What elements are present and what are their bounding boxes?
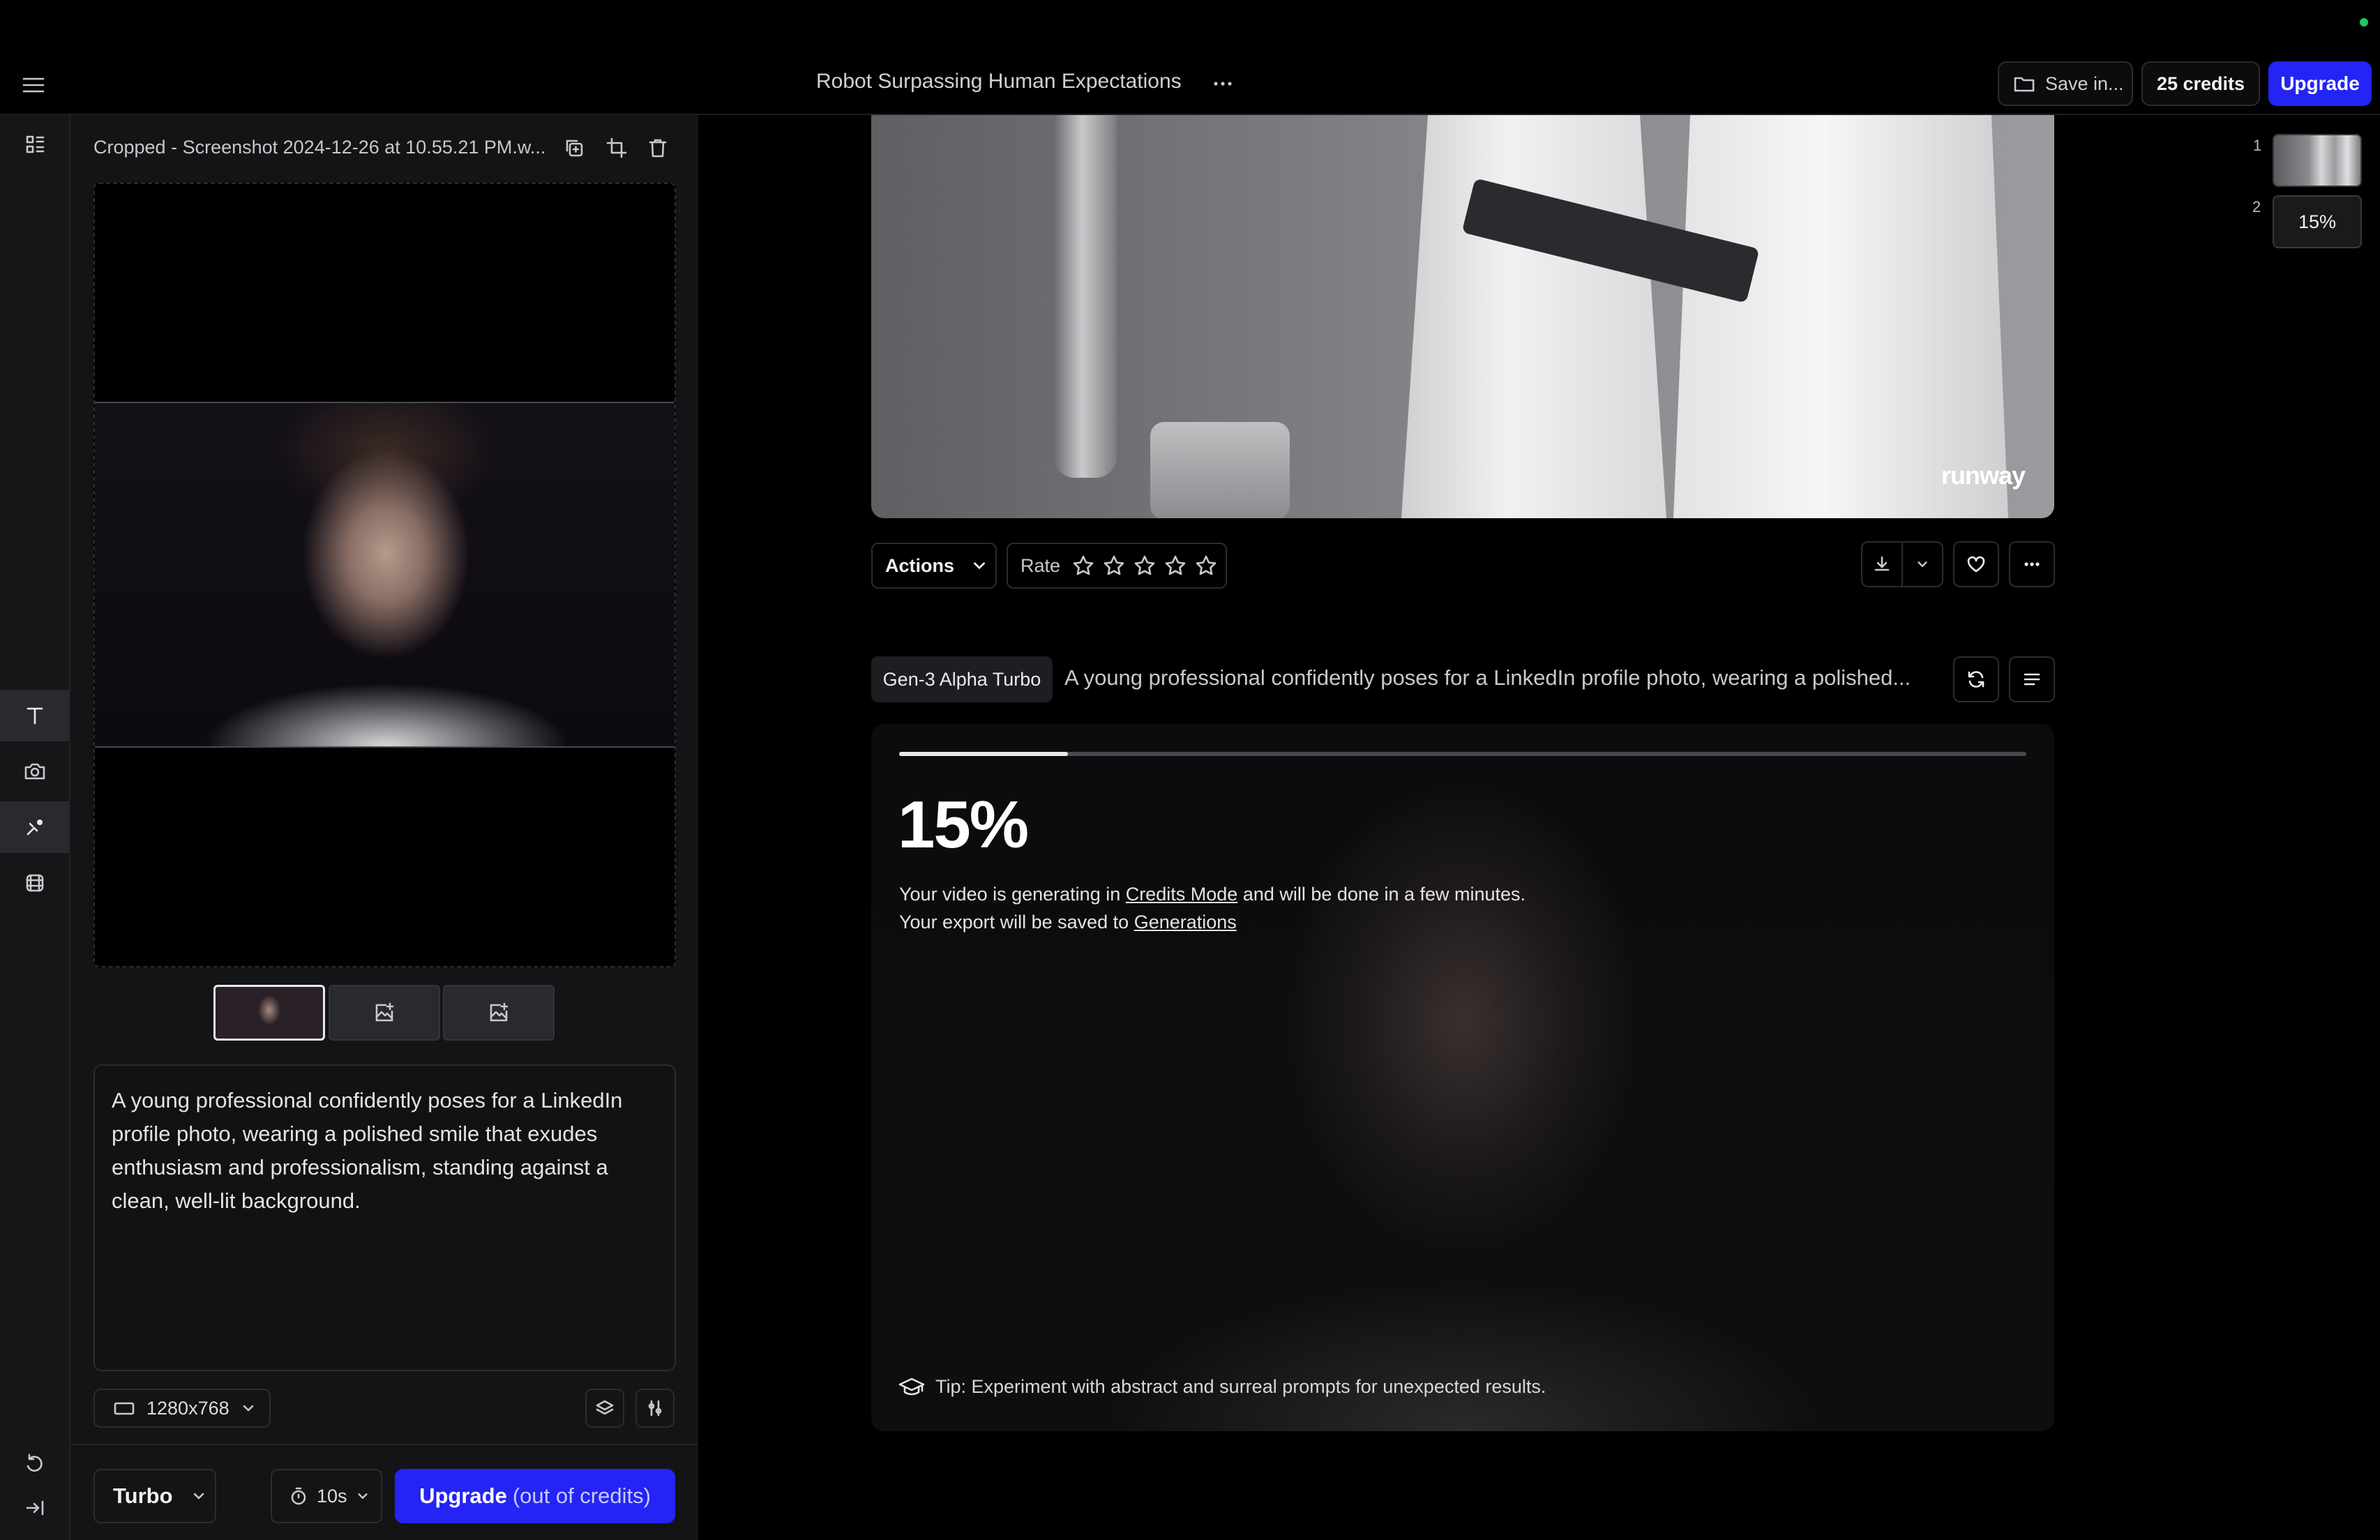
generation-message: Your video is generating in Credits Mode… xyxy=(899,880,1526,936)
motion-brush-icon[interactable] xyxy=(0,801,69,853)
queue-thumbnail-progress[interactable]: 15% xyxy=(2273,195,2362,248)
video-result-preview[interactable]: runway xyxy=(871,115,2054,518)
frames-icon[interactable] xyxy=(0,857,69,909)
image-preview[interactable] xyxy=(93,183,676,967)
generation-progress-card: 15% Your video is generating in Credits … xyxy=(871,724,2054,1431)
lab-coat-figure xyxy=(1401,115,1666,518)
add-image-slot[interactable] xyxy=(443,985,555,1041)
prompt-text: A young professional confidently poses f… xyxy=(112,1088,623,1213)
prompt-textarea[interactable]: A young professional confidently poses f… xyxy=(93,1064,676,1371)
star-icon[interactable] xyxy=(1194,554,1218,578)
input-thumbnail-selected[interactable] xyxy=(213,985,325,1041)
download-icon[interactable] xyxy=(1862,543,1903,586)
actions-label: Actions xyxy=(885,554,955,576)
rate-label: Rate xyxy=(1020,554,1061,576)
actions-dropdown[interactable]: Actions xyxy=(871,543,997,589)
mode-value: Turbo xyxy=(113,1484,173,1508)
progress-bar-fill xyxy=(899,752,1069,756)
generate-sublabel: (out of credits) xyxy=(512,1484,651,1508)
details-list-icon[interactable] xyxy=(2009,656,2055,702)
layout-icon[interactable] xyxy=(0,119,69,170)
input-image-portrait xyxy=(95,402,675,748)
trash-icon[interactable] xyxy=(645,135,670,160)
asset-filename: Cropped - Screenshot 2024-12-26 at 10.55… xyxy=(93,137,546,158)
graduation-cap-icon xyxy=(898,1375,926,1398)
runway-watermark: runway xyxy=(1941,461,2026,490)
mode-dropdown[interactable]: Turbo xyxy=(93,1469,216,1523)
resolution-dropdown[interactable]: 1280x768 xyxy=(93,1389,271,1428)
chevron-down-icon xyxy=(356,1489,370,1503)
prompt-preview: A young professional confidently poses f… xyxy=(1064,665,1911,690)
rating-control: Rate xyxy=(1007,543,1227,589)
regenerate-icon[interactable] xyxy=(1953,656,1999,702)
progress-percent: 15% xyxy=(898,787,1029,862)
star-icon[interactable] xyxy=(1163,554,1187,578)
folder-icon xyxy=(2013,74,2035,93)
add-image-slot[interactable] xyxy=(329,985,440,1041)
star-icon[interactable] xyxy=(1102,554,1126,578)
save-in-label: Save in... xyxy=(2045,73,2124,94)
tip-text: Tip: Experiment with abstract and surrea… xyxy=(935,1375,1546,1397)
stopwatch-icon xyxy=(289,1486,308,1506)
chevron-down-icon xyxy=(191,1488,206,1504)
crop-icon[interactable] xyxy=(604,135,629,160)
progress-bar xyxy=(899,752,2026,756)
add-image-icon xyxy=(488,1002,510,1024)
more-horizontal-icon[interactable] xyxy=(1211,73,1235,95)
duration-dropdown[interactable]: 10s xyxy=(271,1469,382,1523)
queue-number: 1 xyxy=(2253,137,2262,154)
text-icon[interactable] xyxy=(0,690,69,741)
upgrade-button[interactable]: Upgrade xyxy=(2268,61,2372,106)
tool-rail xyxy=(0,115,70,1540)
aspect-ratio-icon xyxy=(113,1400,135,1417)
save-in-button[interactable]: Save in... xyxy=(1998,61,2133,106)
collapse-panel-icon[interactable] xyxy=(0,1482,69,1534)
lab-coat-figure xyxy=(1673,115,2008,518)
more-horizontal-icon[interactable] xyxy=(2009,541,2055,587)
add-image-icon xyxy=(373,1002,396,1024)
chevron-down-icon xyxy=(241,1401,256,1416)
generations-link[interactable]: Generations xyxy=(1134,912,1237,933)
model-badge: Gen-3 Alpha Turbo xyxy=(871,656,1053,702)
project-title[interactable]: Robot Surpassing Human Expectations xyxy=(816,70,1182,93)
queue-number: 2 xyxy=(2252,198,2261,216)
chevron-down-icon xyxy=(971,557,988,574)
undo-icon[interactable] xyxy=(0,1437,69,1489)
hamburger-menu-icon[interactable] xyxy=(20,73,47,98)
credits-mode-link[interactable]: Credits Mode xyxy=(1126,884,1238,905)
message-text: Your export will be saved to xyxy=(899,912,1134,933)
status-dot xyxy=(2360,18,2368,27)
generate-label: Upgrade xyxy=(419,1484,507,1508)
download-split-button xyxy=(1861,541,1943,587)
star-icon[interactable] xyxy=(1071,554,1095,578)
layers-icon[interactable] xyxy=(585,1389,624,1428)
credits-button[interactable]: 25 credits xyxy=(2141,61,2260,106)
message-text: Your video is generating in xyxy=(899,884,1126,905)
heart-icon[interactable] xyxy=(1953,541,1999,587)
message-text: and will be done in a few minutes. xyxy=(1237,884,1526,905)
resolution-value: 1280x768 xyxy=(146,1397,229,1419)
settings-sliders-icon[interactable] xyxy=(635,1389,675,1428)
star-icon[interactable] xyxy=(1133,554,1157,578)
generate-upgrade-button[interactable]: Upgrade (out of credits) xyxy=(395,1469,675,1523)
queue-thumbnail[interactable] xyxy=(2273,134,2362,187)
robot-arm-graphic xyxy=(1054,115,1117,478)
chevron-down-icon[interactable] xyxy=(1903,543,1942,586)
camera-icon[interactable] xyxy=(0,746,69,797)
tip: Tip: Experiment with abstract and surrea… xyxy=(898,1375,1546,1398)
robot-joint-graphic xyxy=(1150,422,1290,518)
duration-value: 10s xyxy=(317,1485,347,1507)
duplicate-icon[interactable] xyxy=(562,135,587,160)
